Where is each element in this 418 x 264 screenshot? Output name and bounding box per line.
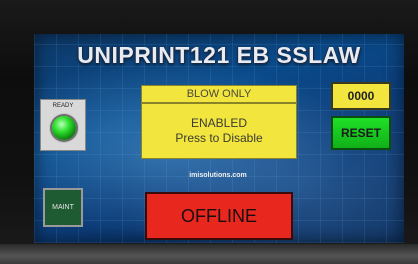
reset-button[interactable]: RESET [331, 116, 391, 150]
brand-text: imisolutions.com [189, 172, 247, 179]
toggle-enable-button[interactable]: ENABLED Press to Disable [141, 103, 297, 159]
ready-indicator-panel: READY [40, 99, 86, 151]
connection-status-banner: OFFLINE [145, 192, 293, 240]
count-display: 0000 [331, 82, 391, 110]
mode-label: BLOW ONLY [141, 85, 297, 103]
ready-led-icon [52, 116, 76, 140]
enable-action-text: Press to Disable [175, 131, 263, 145]
hmi-screen: UNIPRINT121 EB SSLAW READY BLOW ONLY ENA… [34, 34, 404, 243]
maint-button[interactable]: MAINT [43, 188, 83, 227]
ready-label: READY [52, 103, 74, 109]
monitor-base [0, 244, 418, 264]
enable-state-text: ENABLED [190, 116, 248, 130]
page-title: UNIPRINT121 EB SSLAW [77, 42, 361, 68]
